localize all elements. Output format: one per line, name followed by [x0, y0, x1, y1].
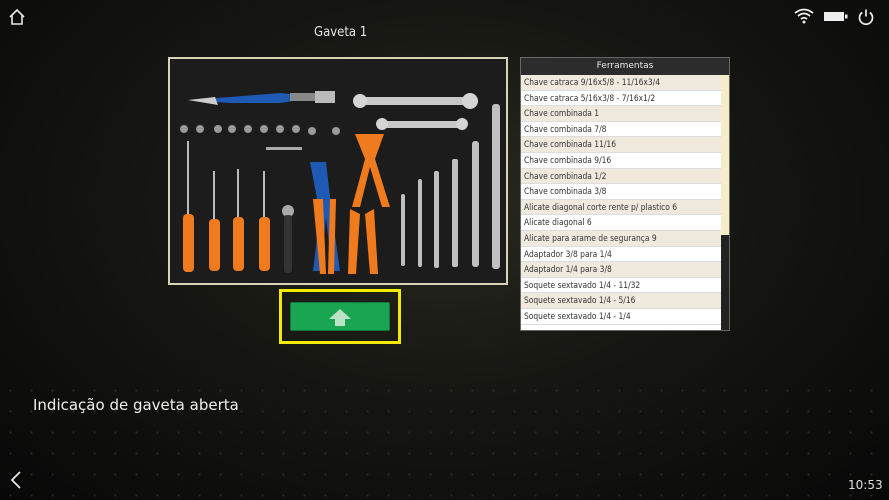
arrow-up-icon [329, 309, 351, 326]
battery-icon [824, 12, 848, 21]
clock: 10:53 [848, 478, 883, 492]
table-row[interactable]: Chave catraca 9/16x5/8 - 11/16x3/4 [521, 75, 721, 91]
scrollbar-thumb[interactable] [721, 235, 729, 330]
table-row[interactable]: Alicate diagonal 6 [521, 215, 721, 231]
table-row[interactable]: Alicate diagonal corte rente p/ plastico… [521, 199, 721, 216]
table-row[interactable]: Alicate para arame de segurança 9 [521, 230, 721, 247]
table-row[interactable]: Chave combinada 1/2 [521, 168, 721, 185]
table-row[interactable]: Soquete sextavado 1/4 - 1/4 [521, 308, 721, 325]
open-drawer-button[interactable] [290, 302, 390, 331]
table-row[interactable]: Chave combinada 3/8 [521, 184, 721, 200]
table-row[interactable]: Soquete sextavado 1/4 - 11/32 [521, 277, 721, 294]
table-rows[interactable]: Chave catraca 9/16x5/8 - 11/16x3/4 Chave … [521, 75, 721, 325]
power-icon[interactable] [857, 8, 875, 26]
table-row[interactable]: Chave combinada 7/8 [521, 121, 721, 138]
page-title: Gaveta 1 [314, 25, 368, 40]
table-row[interactable]: Soquete sextavado 1/4 - 5/16 [521, 293, 721, 309]
status-message: Indicação de gaveta aberta [33, 396, 239, 414]
table-row[interactable]: Adaptador 1/4 para 3/8 [521, 262, 721, 278]
open-indicator-highlight [279, 289, 401, 344]
table-header: Ferramentas [521, 58, 729, 76]
wifi-icon [794, 8, 814, 24]
table-row[interactable]: Adaptador 3/8 para 1/4 [521, 246, 721, 263]
table-row[interactable]: Chave combinada 11/16 [521, 137, 721, 153]
table-row[interactable]: Chave catraca 5/16x3/8 - 7/16x1/2 [521, 90, 721, 107]
home-icon[interactable] [8, 8, 26, 26]
table-row[interactable]: Chave combinada 1 [521, 106, 721, 122]
back-arrow-icon[interactable] [9, 470, 23, 490]
tools-illustration [170, 59, 506, 283]
tools-table: Ferramentas Chave catraca 9/16x5/8 - 11/… [520, 57, 730, 331]
table-scrollbar[interactable] [721, 75, 729, 330]
table-row[interactable]: Chave combinada 9/16 [521, 152, 721, 169]
drawer-image [168, 57, 508, 285]
